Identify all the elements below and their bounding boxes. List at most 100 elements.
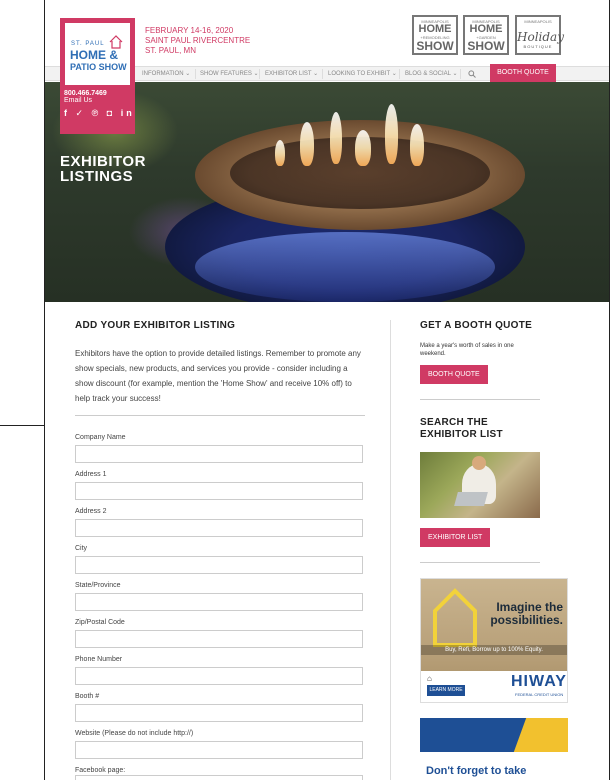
nav-label: BLOG & SOCIAL (405, 71, 451, 77)
partner-logo-remodeling[interactable]: MINNEAPOLIS HOME +REMODELING SHOW (412, 15, 458, 55)
partner-mid: BOUTIQUE (523, 44, 553, 49)
nav-label: INFORMATION (142, 71, 184, 77)
logo-line2: HOME & (70, 48, 118, 62)
column-divider (390, 320, 391, 780)
website-label: Website (Please do not include http://) (75, 730, 194, 737)
ad-headline-line2: possibilities. (490, 613, 563, 627)
twitter-icon[interactable]: ✓ (76, 108, 87, 119)
nav-divider (399, 69, 400, 79)
event-dates: FEBRUARY 14-16, 2020 SAINT PAUL RIVERCEN… (145, 26, 250, 56)
partner-logo-holiday[interactable]: MINNEAPOLIS Holiday BOUTIQUE (515, 15, 564, 55)
address2-label: Address 2 (75, 508, 107, 515)
hero-flame (385, 104, 398, 164)
state-input[interactable] (75, 593, 363, 611)
partner-main: HOME (418, 23, 452, 35)
hero-banner: 800.466.7469 Email Us f ✓ ℗ ◘ in EXHIBIT… (45, 82, 609, 302)
sidebar-divider (420, 562, 540, 563)
search-exhibitor-heading: SEARCH THE EXHIBITOR LIST (420, 417, 503, 441)
partner-logo-garden[interactable]: MINNEAPOLIS HOME +GARDEN SHOW (463, 15, 509, 55)
booth-quote-button[interactable]: BOOTH QUOTE (420, 365, 488, 384)
address1-input[interactable] (75, 482, 363, 500)
pinterest-icon[interactable]: ℗ (92, 108, 102, 118)
hiway-ad-banner[interactable]: Imagine the possibilities. Buy, Refi, Bo… (420, 578, 568, 703)
social-links: f ✓ ℗ ◘ in (64, 108, 135, 119)
state-label: State/Province (75, 582, 121, 589)
hero-flame (275, 140, 285, 166)
page-title: EXHIBITOR LISTINGS (60, 154, 146, 184)
partner-bottom: SHOW (467, 39, 505, 53)
exhibitor-form-section: ADD YOUR EXHIBITOR LISTING Exhibitors ha… (75, 320, 365, 780)
event-venue: SAINT PAUL RIVERCENTRE (145, 36, 251, 45)
company-name-label: Company Name (75, 434, 126, 441)
linkedin-icon[interactable]: in (121, 108, 135, 118)
logo-line3: PATIO SHOW (70, 62, 127, 72)
event-city: ST. PAUL, MN (145, 46, 196, 55)
hero-flame (355, 130, 371, 166)
instagram-icon[interactable]: ◘ (107, 108, 115, 118)
hero-flame (300, 122, 314, 166)
zip-label: Zip/Postal Code (75, 619, 125, 626)
website-input[interactable] (75, 741, 363, 759)
search-heading-line2: EXHIBITOR LIST (420, 429, 503, 440)
nav-information[interactable]: INFORMATION ⌄ (142, 70, 190, 77)
hero-flame (410, 124, 424, 166)
house-icon (109, 35, 123, 49)
section-heading: ADD YOUR EXHIBITOR LISTING (75, 320, 236, 331)
page: ST. PAUL HOME & PATIO SHOW FEBRUARY 14-1… (45, 0, 609, 780)
address2-input[interactable] (75, 519, 363, 537)
partner-top: MINNEAPOLIS (524, 19, 552, 24)
nav-blog-social[interactable]: BLOG & SOCIAL ⌄ (405, 70, 458, 77)
ad-footer: ⌂ LEARN MORE HIWAY FEDERAL CREDIT UNION (421, 671, 567, 702)
exhibitor-list-button[interactable]: EXHIBITOR LIST (420, 528, 491, 547)
nav-label: EXHIBITOR LIST (265, 71, 312, 77)
facebook-input[interactable] (75, 775, 363, 780)
page-title-line1: EXHIBITOR (60, 153, 146, 170)
phone-input[interactable] (75, 667, 363, 685)
booth-quote-text: Make a year's worth of sales in one week… (420, 343, 514, 357)
logo-line1: ST. PAUL (71, 41, 105, 47)
facebook-label: Facebook page: (75, 767, 126, 774)
hero-water-sheen (195, 232, 495, 302)
section-divider (75, 415, 365, 416)
nav-divider (259, 69, 260, 79)
nav-label: SHOW FEATURES (200, 71, 252, 77)
partner-bottom: SHOW (416, 39, 454, 53)
search-heading-line1: SEARCH THE (420, 417, 489, 428)
nav-show-features[interactable]: SHOW FEATURES ⌄ (200, 70, 259, 77)
nav-divider (460, 69, 461, 79)
frame-right-border (609, 0, 610, 780)
house-frame-icon (433, 588, 477, 647)
email-link[interactable]: Email Us (64, 97, 92, 104)
sidebar-divider (420, 399, 540, 400)
phone-label: Phone Number (75, 656, 123, 663)
nav-exhibitor-list[interactable]: EXHIBITOR LIST ⌄ (265, 70, 318, 77)
secondary-ad-banner[interactable] (420, 718, 568, 752)
ad-tagline: Buy, Refi, Borrow up to 100% Equity. (421, 645, 567, 655)
event-date: FEBRUARY 14-16, 2020 (145, 26, 234, 35)
booth-quote-heading: GET A BOOTH QUOTE (420, 320, 533, 331)
nav-looking-to-exhibit[interactable]: LOOKING TO EXHIBIT ⌄ (328, 70, 397, 77)
site-logo[interactable]: ST. PAUL HOME & PATIO SHOW (60, 18, 135, 90)
zip-input[interactable] (75, 630, 363, 648)
nav-divider (322, 69, 323, 79)
city-input[interactable] (75, 556, 363, 574)
phone-number[interactable]: 800.466.7469 (64, 90, 107, 97)
city-label: City (75, 545, 88, 552)
address1-label: Address 1 (75, 471, 107, 478)
equal-housing-icon: ⌂ (427, 674, 432, 683)
hero-flame (330, 112, 342, 164)
page-title-line2: LISTINGS (60, 168, 134, 185)
exhibitor-list-photo[interactable] (420, 452, 540, 518)
booth-number-input[interactable] (75, 704, 363, 722)
search-icon[interactable] (468, 70, 476, 78)
partner-main: Holiday (517, 30, 564, 44)
booth-quote-nav-button[interactable]: BOOTH QUOTE (490, 64, 556, 82)
nav-divider (195, 69, 196, 79)
partner-main: HOME (469, 23, 503, 35)
learn-more-button[interactable]: LEARN MORE (427, 685, 465, 696)
facebook-icon[interactable]: f (64, 108, 70, 118)
hiway-logo-sub: FEDERAL CREDIT UNION (515, 692, 564, 697)
site-header: ST. PAUL HOME & PATIO SHOW FEBRUARY 14-1… (45, 0, 609, 90)
nav-label: LOOKING TO EXHIBIT (328, 71, 391, 77)
company-name-input[interactable] (75, 445, 363, 463)
